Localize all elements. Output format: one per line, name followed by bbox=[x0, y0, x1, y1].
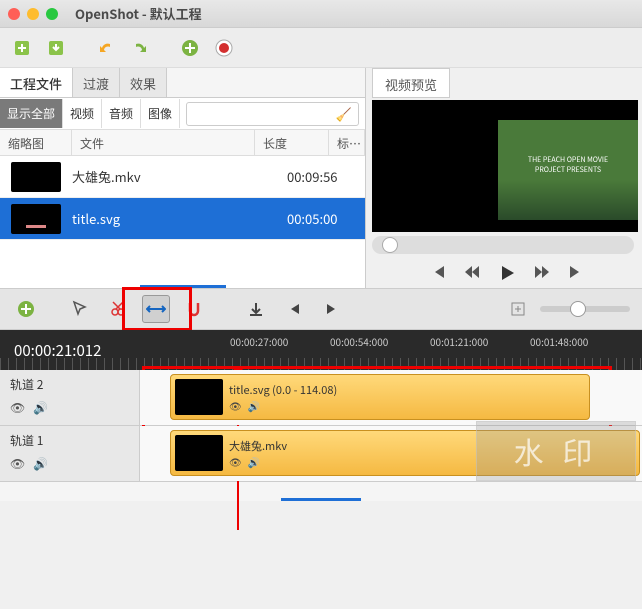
pointer-tool[interactable] bbox=[66, 295, 94, 323]
playback-controls bbox=[372, 258, 642, 288]
col-length[interactable]: 长度 bbox=[255, 130, 329, 155]
speaker-icon[interactable]: 🔊 bbox=[33, 399, 48, 416]
minimize-window-dot[interactable] bbox=[27, 8, 39, 20]
main-toolbar bbox=[0, 28, 642, 68]
next-marker-button[interactable] bbox=[318, 295, 346, 323]
col-tag[interactable]: 标… bbox=[329, 130, 365, 155]
zoom-handle[interactable] bbox=[570, 301, 586, 317]
thumbnail bbox=[11, 204, 61, 234]
ruler-label: 00:01:48:000 bbox=[530, 334, 588, 349]
eye-icon[interactable]: 👁 bbox=[10, 455, 25, 472]
col-file[interactable]: 文件 bbox=[72, 130, 255, 155]
eye-icon[interactable]: 👁 bbox=[10, 399, 25, 416]
file-duration: 00:09:56 bbox=[287, 167, 365, 186]
col-thumb[interactable]: 缩略图 bbox=[0, 130, 72, 155]
file-name: title.svg bbox=[72, 209, 287, 228]
clip[interactable]: title.svg (0.0 - 114.08) 👁 🔊 bbox=[170, 374, 590, 420]
skip-end-icon[interactable] bbox=[568, 264, 584, 282]
preview-viewport[interactable]: THE PEACH OPEN MOVIE PROJECT PRESENTS bbox=[372, 100, 638, 232]
ruler-label: 00:00:27:000 bbox=[230, 334, 288, 349]
redo-button[interactable] bbox=[128, 36, 152, 60]
close-window-dot[interactable] bbox=[8, 8, 20, 20]
eye-icon[interactable]: 👁 bbox=[229, 454, 242, 469]
preview-seekbar[interactable] bbox=[372, 236, 634, 254]
tracks-area: 轨道 2 👁 🔊 title.svg (0.0 - 114.08) 👁 🔊 轨道 … bbox=[0, 370, 642, 501]
filter-video[interactable]: 视频 bbox=[63, 99, 102, 128]
filter-audio[interactable]: 音频 bbox=[102, 99, 141, 128]
file-row[interactable]: 大雄兔.mkv 00:09:56 bbox=[0, 156, 365, 198]
new-project-button[interactable] bbox=[10, 36, 34, 60]
clip-label: 大雄兔.mkv bbox=[229, 438, 287, 454]
track-body[interactable]: 大雄兔.mkv 👁 🔊 bbox=[140, 426, 642, 481]
track-header[interactable]: 轨道 1 👁 🔊 bbox=[0, 426, 140, 481]
add-track-button[interactable] bbox=[12, 295, 40, 323]
file-list: 大雄兔.mkv 00:09:56 title.svg 00:05:00 bbox=[0, 156, 365, 285]
razor-tool[interactable] bbox=[104, 295, 132, 323]
forward-icon[interactable] bbox=[534, 264, 550, 282]
filter-image[interactable]: 图像 bbox=[141, 99, 180, 128]
speaker-icon[interactable]: 🔊 bbox=[33, 455, 48, 472]
undo-button[interactable] bbox=[94, 36, 118, 60]
timeline-scroll-indicator bbox=[281, 498, 361, 501]
export-button[interactable] bbox=[212, 36, 236, 60]
window-title: OpenShot - 默认工程 bbox=[75, 4, 202, 23]
play-icon[interactable] bbox=[498, 264, 516, 282]
track: 轨道 2 👁 🔊 title.svg (0.0 - 114.08) 👁 🔊 bbox=[0, 370, 642, 426]
filter-show-all[interactable]: 显示全部 bbox=[0, 99, 63, 128]
broom-icon: 🧹 bbox=[336, 104, 352, 123]
timeline-toolbar bbox=[0, 288, 642, 330]
eye-icon[interactable]: 👁 bbox=[229, 398, 242, 413]
tab-video-preview[interactable]: 视频预览 bbox=[372, 68, 450, 98]
center-playhead-button[interactable] bbox=[504, 295, 532, 323]
tab-project-files[interactable]: 工程文件 bbox=[0, 68, 73, 97]
speaker-icon[interactable]: 🔊 bbox=[248, 454, 260, 469]
tab-transitions[interactable]: 过渡 bbox=[73, 68, 120, 97]
zoom-slider[interactable] bbox=[540, 306, 630, 312]
file-row[interactable]: title.svg 00:05:00 bbox=[0, 198, 365, 240]
tab-effects[interactable]: 效果 bbox=[120, 68, 167, 97]
rewind-icon[interactable] bbox=[464, 264, 480, 282]
import-button[interactable] bbox=[178, 36, 202, 60]
file-name: 大雄兔.mkv bbox=[72, 167, 287, 186]
clip-thumbnail bbox=[175, 435, 223, 471]
prev-marker-button[interactable] bbox=[280, 295, 308, 323]
track-name: 轨道 1 bbox=[10, 432, 129, 449]
skip-start-icon[interactable] bbox=[430, 264, 446, 282]
maximize-window-dot[interactable] bbox=[46, 8, 58, 20]
track-body[interactable]: title.svg (0.0 - 114.08) 👁 🔊 bbox=[140, 370, 642, 425]
file-duration: 00:05:00 bbox=[287, 209, 365, 228]
timeline-ruler[interactable]: 00:00:21:012 00:00:27:000 00:00:54:000 0… bbox=[0, 330, 642, 370]
save-project-button[interactable] bbox=[44, 36, 68, 60]
resize-tool[interactable] bbox=[142, 295, 170, 323]
clip[interactable]: 大雄兔.mkv 👁 🔊 bbox=[170, 430, 640, 476]
track: 轨道 1 👁 🔊 大雄兔.mkv 👁 🔊 bbox=[0, 426, 642, 482]
project-files-panel: 工程文件 过渡 效果 显示全部 视频 音频 图像 🧹 缩略图 文件 长度 标… … bbox=[0, 68, 366, 288]
clip-thumbnail bbox=[175, 379, 223, 415]
track-name: 轨道 2 bbox=[10, 376, 129, 393]
preview-overlay-text: THE PEACH OPEN MOVIE PROJECT PRESENTS bbox=[518, 155, 618, 175]
snap-tool[interactable] bbox=[180, 295, 208, 323]
preview-panel: 视频预览 THE PEACH OPEN MOVIE PROJECT PRESEN… bbox=[366, 68, 642, 288]
speaker-icon[interactable]: 🔊 bbox=[248, 398, 260, 413]
seek-handle[interactable] bbox=[382, 237, 398, 253]
track-header[interactable]: 轨道 2 👁 🔊 bbox=[0, 370, 140, 425]
clip-label: title.svg (0.0 - 114.08) bbox=[229, 382, 337, 398]
ruler-label: 00:01:21:000 bbox=[430, 334, 488, 349]
ruler-label: 00:00:54:000 bbox=[330, 334, 388, 349]
search-input[interactable]: 🧹 bbox=[186, 102, 359, 126]
thumbnail bbox=[11, 162, 61, 192]
titlebar: OpenShot - 默认工程 bbox=[0, 0, 642, 28]
marker-button[interactable] bbox=[242, 295, 270, 323]
